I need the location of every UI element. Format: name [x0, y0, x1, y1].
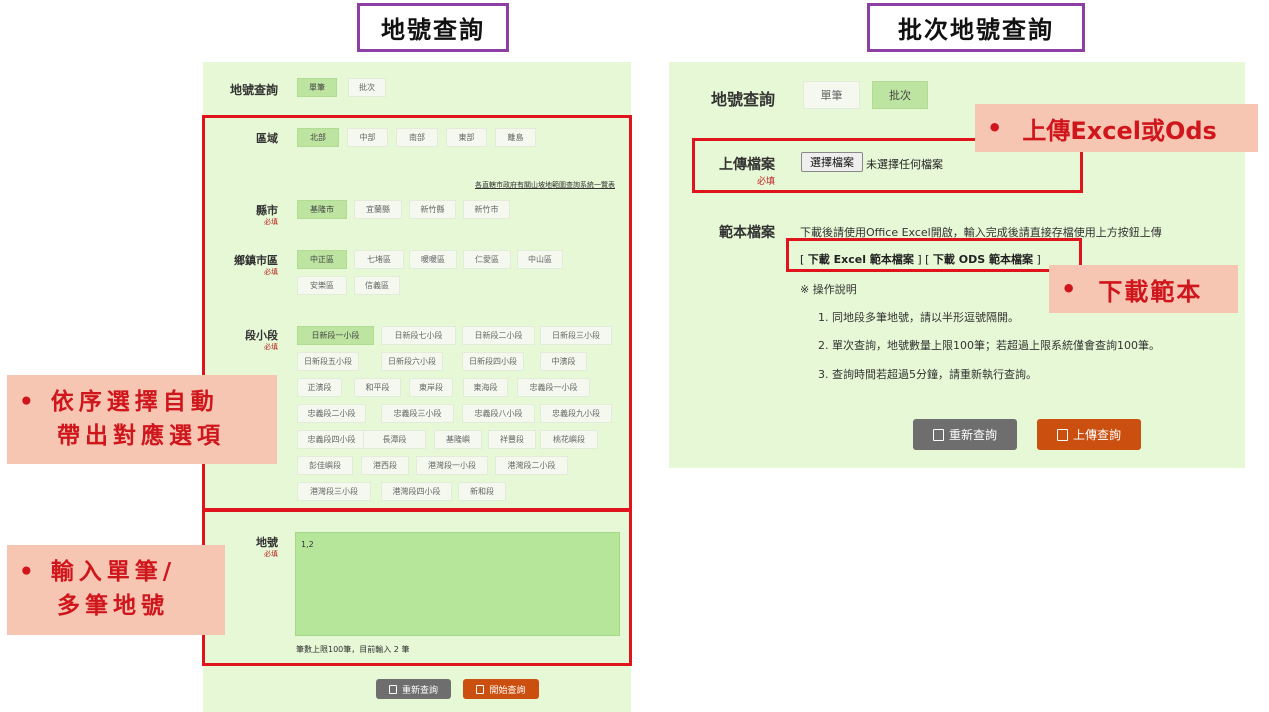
input-callout: • 輸入單筆/ 多筆地號 — [7, 545, 225, 635]
left-header-label: 地號查詢 — [229, 83, 278, 97]
tab-batch[interactable]: 批次 — [348, 78, 386, 97]
upload-query-button[interactable]: 上傳查詢 — [1037, 419, 1141, 450]
batch-query-title: 批次地號查詢 — [867, 3, 1085, 52]
right-tab-batch[interactable]: 批次 — [872, 81, 928, 109]
download-callout: • 下載範本 — [1049, 265, 1238, 313]
start-query-button[interactable]: 開始查詢 — [463, 679, 539, 699]
single-query-title: 地號查詢 — [357, 3, 509, 52]
download-highlight-frame — [786, 238, 1082, 272]
instructions-title: ※ 操作說明 — [800, 283, 857, 296]
start-query-label: 開始查詢 — [489, 685, 526, 696]
instruction-3: 3. 查詢時間若超過5分鐘，請重新執行查詢。 — [818, 368, 1037, 381]
instruction-2: 2. 單次查詢，地號數量上限100筆；若超過上限系統僅會查詢100筆。 — [818, 339, 1160, 352]
instruction-1: 1. 同地段多筆地號，請以半形逗號隔開。 — [818, 311, 1019, 324]
reset-button-label: 重新查詢 — [401, 685, 438, 696]
right-reset-button[interactable]: 重新查詢 — [913, 419, 1017, 450]
parcel-highlight-frame — [202, 509, 632, 666]
query-icon — [476, 684, 485, 694]
upload-callout: • 上傳Excel或Ods — [975, 104, 1258, 152]
auto-select-callout: • 依序選擇自動 帶出對應選項 — [7, 375, 277, 464]
right-reset-label: 重新查詢 — [948, 428, 997, 442]
right-header-label: 地號查詢 — [710, 90, 775, 109]
upload-icon — [1056, 428, 1068, 441]
reset-button[interactable]: 重新查詢 — [376, 679, 451, 699]
template-label: 範本檔案 — [719, 225, 775, 241]
tab-single[interactable]: 單筆 — [297, 78, 337, 97]
upload-query-label: 上傳查詢 — [1072, 428, 1121, 442]
reset-icon — [388, 684, 397, 694]
right-tab-single[interactable]: 單筆 — [803, 81, 860, 109]
reset-icon — [932, 428, 944, 441]
